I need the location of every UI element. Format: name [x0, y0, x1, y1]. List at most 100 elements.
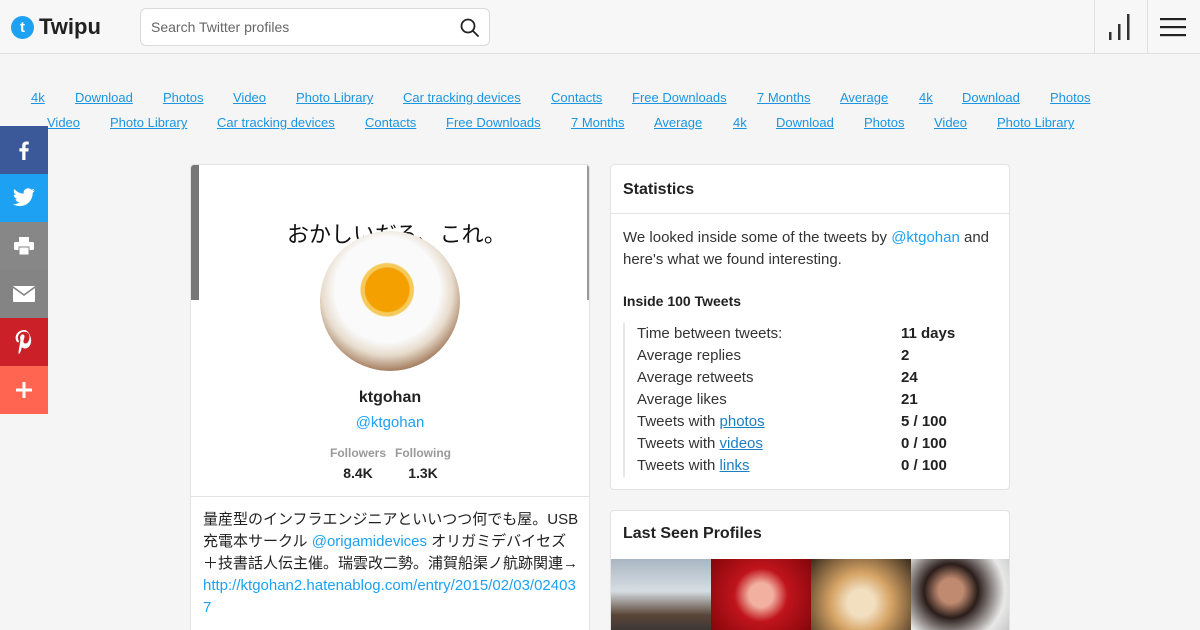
stat-label: Tweets with photos — [637, 413, 765, 430]
search-icon[interactable] — [459, 17, 481, 39]
stat-row: Average retweets 24 — [625, 367, 1001, 389]
top-header: t Twipu — [0, 0, 1200, 54]
tag-link[interactable]: Free Downloads — [446, 115, 541, 130]
stat-value: 0 / 100 — [901, 435, 947, 452]
following-count: 1.3K — [408, 465, 438, 481]
share-email-button[interactable] — [0, 270, 48, 318]
tag-link[interactable]: 4k — [31, 90, 45, 105]
stat-label: Average retweets — [637, 369, 754, 386]
statistics-card: Statistics We looked inside some of the … — [610, 164, 1010, 490]
card-divider — [611, 213, 1009, 214]
stat-value: 21 — [901, 391, 918, 408]
tag-link[interactable]: 4k — [733, 115, 747, 130]
tag-link[interactable]: Photo Library — [110, 115, 187, 130]
plus-icon — [16, 382, 32, 398]
share-twitter-button[interactable] — [0, 174, 48, 222]
stat-value: 0 / 100 — [901, 457, 947, 474]
banner-edge — [587, 165, 589, 300]
share-print-button[interactable] — [0, 222, 48, 270]
hamburger-menu-icon[interactable] — [1160, 16, 1186, 38]
share-pinterest-button[interactable] — [0, 318, 48, 366]
stat-label: Average replies — [637, 347, 741, 364]
stat-label: Average likes — [637, 391, 727, 408]
search-box — [140, 8, 490, 46]
tag-link[interactable]: Video — [233, 90, 266, 105]
tag-link[interactable]: Video — [47, 115, 80, 130]
profile-thumbnail[interactable] — [611, 559, 711, 630]
last-seen-card: Last Seen Profiles — [610, 510, 1010, 630]
stat-label: Tweets with videos — [637, 435, 763, 452]
stat-value: 24 — [901, 369, 918, 386]
profile-thumbnail[interactable] — [811, 559, 911, 630]
profile-bio: 量産型のインフラエンジニアといいつつ何でも屋。USB充電本サークル @origa… — [203, 509, 581, 619]
profile-handle[interactable]: @ktgohan — [191, 414, 589, 431]
profile-name: ktgohan — [358, 389, 422, 406]
stat-row: Time between tweets: 11 days — [625, 323, 1001, 345]
videos-link[interactable]: videos — [720, 435, 763, 452]
stat-row: Tweets with photos 5 / 100 — [625, 411, 1001, 433]
share-facebook-button[interactable] — [0, 126, 48, 174]
tag-link[interactable]: 4k — [919, 90, 933, 105]
bar-chart-icon[interactable] — [1107, 13, 1133, 41]
following-label: Following — [395, 446, 451, 460]
bio-mention-link[interactable]: @origamidevices — [312, 533, 427, 550]
tag-link[interactable]: Contacts — [365, 115, 416, 130]
intro-handle-link[interactable]: @ktgohan — [891, 229, 960, 246]
share-more-button[interactable] — [0, 366, 48, 414]
header-divider — [1147, 0, 1148, 54]
stat-value: 2 — [901, 347, 910, 364]
tag-link[interactable]: Photo Library — [997, 115, 1074, 130]
stat-row: Average replies 2 — [625, 345, 1001, 367]
tag-link[interactable]: Average — [654, 115, 702, 130]
share-sidebar — [0, 126, 48, 414]
tag-link[interactable]: 7 Months — [571, 115, 624, 130]
followers-label: Followers — [329, 446, 386, 460]
tag-link[interactable]: Photos — [163, 90, 203, 105]
tag-link[interactable]: Download — [776, 115, 834, 130]
tag-link[interactable]: Contacts — [551, 90, 602, 105]
tag-link[interactable]: Photos — [1050, 90, 1090, 105]
stat-value: 11 days — [901, 325, 956, 342]
links-link[interactable]: links — [720, 457, 750, 474]
tag-link[interactable]: Download — [962, 90, 1020, 105]
statistics-title: Statistics — [623, 181, 695, 198]
pinterest-icon — [15, 330, 32, 354]
site-logo[interactable]: t Twipu — [11, 14, 101, 40]
stat-label: Time between tweets: — [637, 325, 783, 342]
avatar[interactable] — [320, 231, 460, 371]
followers-stat: Followers 8.4K — [327, 446, 389, 481]
tag-link[interactable]: Free Downloads — [632, 90, 727, 105]
tag-link[interactable]: Car tracking devices — [217, 115, 335, 130]
tag-link[interactable]: Photos — [864, 115, 904, 130]
profile-thumbnail[interactable] — [711, 559, 811, 630]
stat-row: Tweets with videos 0 / 100 — [625, 433, 1001, 455]
profile-divider — [191, 496, 589, 497]
intro-text: We looked inside some of the tweets by — [623, 229, 892, 246]
tag-link[interactable]: Photo Library — [296, 90, 373, 105]
profile-card: おかしいだろ、これ。 ktgohan @ktgohan Followers 8.… — [190, 164, 590, 630]
twipu-logo-icon: t — [11, 15, 34, 39]
tag-link[interactable]: Download — [75, 90, 133, 105]
header-divider — [1094, 0, 1095, 54]
email-icon — [13, 286, 35, 302]
search-input[interactable] — [151, 9, 451, 45]
tag-link[interactable]: Average — [840, 90, 888, 105]
stat-label: Tweets with links — [637, 457, 750, 474]
tag-link[interactable]: Car tracking devices — [403, 90, 521, 105]
followers-count: 8.4K — [343, 465, 373, 481]
twitter-icon — [13, 188, 35, 207]
stat-value: 5 / 100 — [901, 413, 947, 430]
profile-thumbnail[interactable] — [911, 559, 1009, 630]
statistics-intro: We looked inside some of the tweets by @… — [623, 227, 1001, 271]
facebook-icon — [19, 141, 29, 160]
tag-link[interactable]: Video — [934, 115, 967, 130]
bio-url-link[interactable]: http://ktgohan2.hatenablog.com/entry/201… — [203, 577, 576, 616]
print-icon — [14, 237, 34, 255]
site-name: Twipu — [39, 14, 101, 39]
following-stat: Following 1.3K — [393, 446, 453, 481]
photos-link[interactable]: photos — [720, 413, 765, 430]
last-seen-title: Last Seen Profiles — [623, 525, 762, 542]
stat-row: Tweets with links 0 / 100 — [625, 455, 1001, 477]
stat-row: Average likes 21 — [625, 389, 1001, 411]
tag-link[interactable]: 7 Months — [757, 90, 810, 105]
